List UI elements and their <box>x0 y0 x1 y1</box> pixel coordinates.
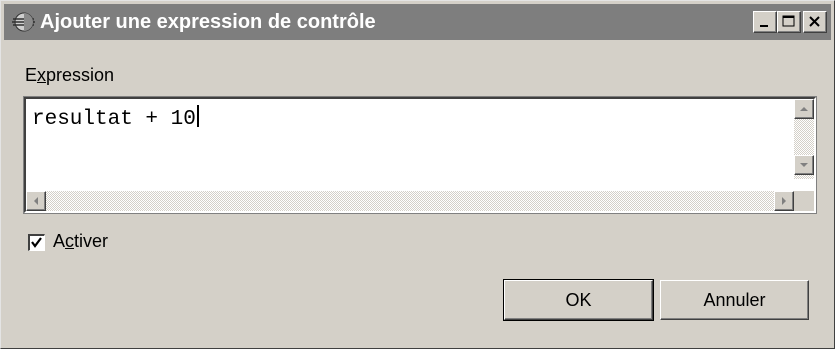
minimize-icon <box>760 25 768 27</box>
arrow-down-icon <box>800 163 808 167</box>
scrollbar-corner <box>794 191 814 211</box>
vertical-scrollbar[interactable] <box>794 99 814 179</box>
minimize-button[interactable] <box>753 11 777 33</box>
scroll-up-button[interactable] <box>794 99 814 119</box>
close-button[interactable] <box>803 11 827 33</box>
arrow-right-icon <box>782 197 786 205</box>
scroll-down-button[interactable] <box>794 155 814 175</box>
maximize-button[interactable] <box>777 11 801 33</box>
dialog-window: Ajouter une expression de contrôle Expre… <box>0 0 835 349</box>
expression-textarea[interactable]: resultat + 10 <box>23 96 817 214</box>
arrow-left-icon <box>34 197 38 205</box>
app-icon <box>12 12 35 32</box>
arrow-up-icon <box>800 107 808 111</box>
text-caret <box>196 105 199 127</box>
activer-label[interactable]: Activer <box>53 231 108 252</box>
activer-checkbox[interactable] <box>28 234 45 251</box>
expression-label: Expression <box>25 65 115 85</box>
checkmark-icon <box>31 237 42 248</box>
title-bar[interactable]: Ajouter une expression de contrôle <box>4 4 831 40</box>
window-title: Ajouter une expression de contrôle <box>40 11 376 33</box>
close-icon <box>809 16 820 27</box>
horizontal-scrollbar[interactable] <box>26 191 794 211</box>
scroll-right-button[interactable] <box>774 191 794 211</box>
scroll-left-button[interactable] <box>26 191 46 211</box>
cancel-button[interactable]: Annuler <box>660 280 809 320</box>
ok-button[interactable]: OK <box>503 279 654 321</box>
expression-text[interactable]: resultat + 10 <box>32 105 199 131</box>
maximize-icon <box>782 15 795 27</box>
